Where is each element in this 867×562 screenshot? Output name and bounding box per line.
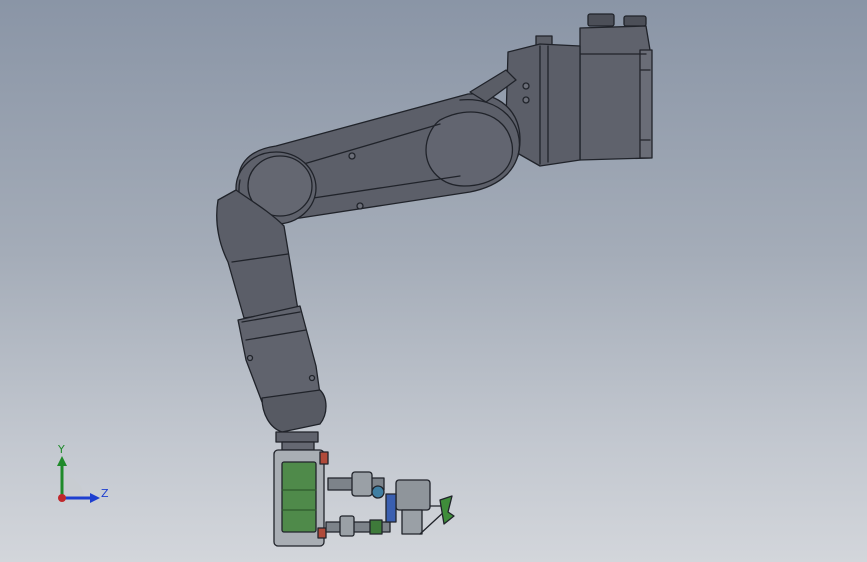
upper-arm-bolt xyxy=(348,152,356,160)
base-side-plate xyxy=(639,49,653,159)
graphics-viewport[interactable]: Y Z xyxy=(0,0,867,562)
upper-arm-bolt xyxy=(356,202,364,210)
shoulder-bolt xyxy=(522,82,530,90)
shoulder-bolt xyxy=(522,96,530,104)
elbow-cover xyxy=(425,111,514,187)
gripper-pcb xyxy=(281,461,317,533)
y-axis-label: Y xyxy=(58,443,65,456)
gripper-fingers xyxy=(439,495,455,525)
end-effector xyxy=(273,449,455,547)
base-motor xyxy=(579,13,653,161)
z-axis-label: Z xyxy=(101,487,109,500)
wrist-housing xyxy=(261,389,327,433)
robot-arm-model[interactable] xyxy=(0,0,867,562)
coordinate-triad: Y Z xyxy=(40,438,120,518)
wrist-flange xyxy=(275,431,319,451)
triad-graphic xyxy=(57,456,100,503)
origin-dot-icon xyxy=(58,494,66,502)
base-top-connector-2 xyxy=(623,15,647,27)
triad-plane-shading xyxy=(62,476,84,498)
end-motor xyxy=(395,479,431,511)
base-top-connector xyxy=(587,13,615,27)
forearm xyxy=(216,189,327,433)
